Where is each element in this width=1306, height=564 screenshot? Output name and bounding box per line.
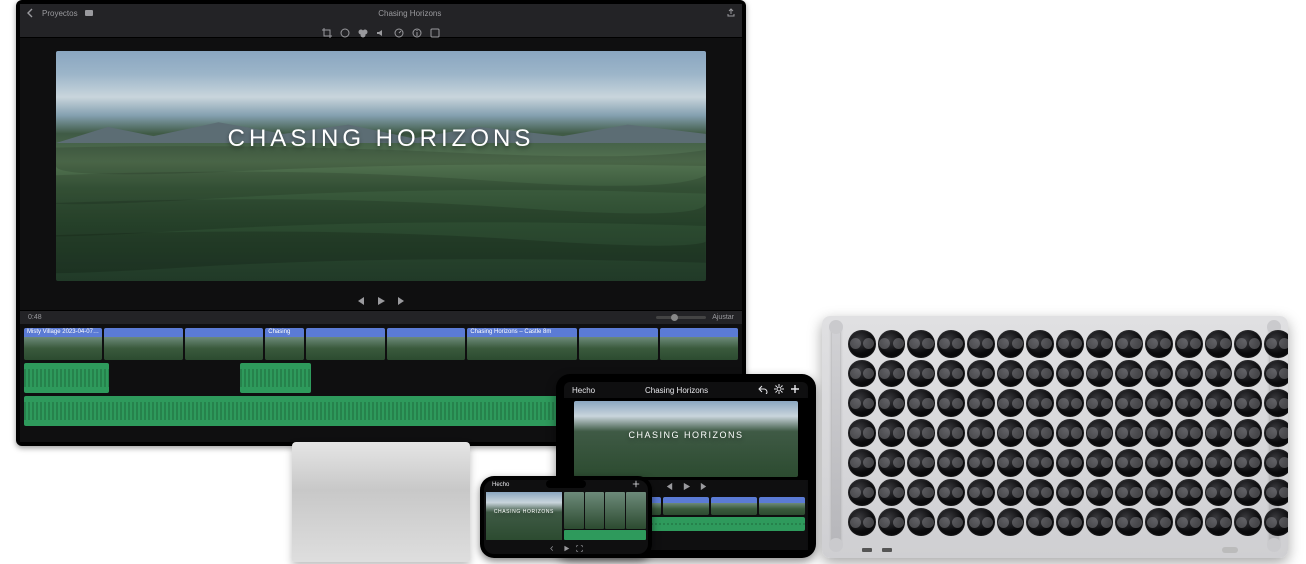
media-library-icon[interactable] [84,8,94,18]
prev-frame-button[interactable] [356,293,366,311]
ipad-preview-viewer: CHASING HORIZONS [564,398,808,480]
timeline-info-bar: 0:48 Ajustar [20,310,742,324]
timeline-clip[interactable] [663,497,709,515]
zoom-fit-button[interactable]: Ajustar [712,314,734,321]
landscape-terrace-layer [56,143,706,281]
timeline-clip[interactable] [104,328,182,360]
video-preview-frame[interactable]: CHASING HORIZONS [56,51,706,281]
iphone-transport-controls [484,542,648,554]
mac-pro-handle [832,324,840,548]
video-title-overlay: CHASING HORIZONS [56,125,706,153]
mac-pro-tower [822,316,1288,558]
timeline-clip[interactable] [759,497,805,515]
timeline-clip[interactable] [585,492,605,529]
iphone-preview-viewer: CHASING HORIZONS [486,492,562,540]
zoom-slider[interactable] [656,316,706,319]
info-icon[interactable] [412,25,422,35]
play-button[interactable] [376,293,386,311]
timeline-clip[interactable] [387,328,465,360]
audio-clip[interactable] [24,363,109,393]
ipad-done-button[interactable]: Hecho [572,386,595,395]
iphone-device: Hecho CHASING HORIZONS [480,476,652,558]
timeline-clip[interactable] [306,328,384,360]
preview-viewer: CHASING HORIZONS [20,38,742,294]
ipad-video-title-overlay: CHASING HORIZONS [574,430,798,440]
ipad-project-title: Chasing Horizons [645,386,708,395]
iphone-dynamic-island [546,480,586,488]
iphone-timeline[interactable] [564,492,646,540]
share-icon[interactable] [726,8,736,18]
timeline-clip[interactable] [626,492,646,529]
crop-tool-icon[interactable] [322,25,332,35]
add-plus-icon[interactable] [790,384,800,396]
timeline-clip[interactable] [185,328,263,360]
timeline-clip[interactable]: Chasing Horizons – Castle 8m [467,328,577,360]
iphone-video-title-overlay: CHASING HORIZONS [486,509,562,515]
undo-icon[interactable] [758,384,768,396]
iphone-video-frame[interactable]: CHASING HORIZONS [486,492,562,540]
timeline-clip[interactable] [711,497,757,515]
timecode-display: 0:48 [28,314,42,321]
iphone-add-icon[interactable] [632,480,640,490]
ipad-nav-bar: Hecho Chasing Horizons [564,382,808,398]
timeline-clip[interactable] [660,328,738,360]
timeline-clip[interactable]: Chasing [265,328,304,360]
filters-icon[interactable] [430,25,440,35]
video-track[interactable]: Misty Village 2023-04-07 Clip 01 Chasing… [24,328,738,360]
color-balance-icon[interactable] [340,25,350,35]
ipad-video-frame[interactable]: CHASING HORIZONS [574,401,798,476]
mac-pro-front-ports [862,548,892,552]
usb-c-port-icon [862,548,872,552]
back-chevron-icon[interactable] [26,8,36,18]
transport-controls [20,294,742,310]
next-frame-button[interactable] [396,293,406,311]
back-to-projects-button[interactable]: Proyectos [42,9,78,18]
audio-clip[interactable] [240,363,311,393]
imovie-iphone-app: Hecho CHASING HORIZONS [484,480,648,554]
window-title: Chasing Horizons [94,9,726,18]
timeline-clip[interactable]: Misty Village 2023-04-07 Clip 01 [24,328,102,360]
adjustments-toolbar [20,22,742,38]
iphone-undo-icon[interactable] [550,539,557,557]
timeline-clip[interactable] [579,328,657,360]
window-titlebar: Proyectos Chasing Horizons [20,4,742,22]
timeline-clip[interactable] [605,492,625,529]
volume-icon[interactable] [376,25,386,35]
iphone-fullscreen-icon[interactable] [576,539,583,557]
color-correct-icon[interactable] [358,25,368,35]
usb-c-port-icon [882,548,892,552]
iphone-play-button[interactable] [563,539,570,557]
mac-pro-lattice-grille [848,330,1262,536]
speed-icon[interactable] [394,25,404,35]
iphone-done-button[interactable]: Hecho [492,482,509,488]
timeline-clip[interactable] [564,492,584,529]
settings-gear-icon[interactable] [774,384,784,396]
iphone-video-track[interactable] [564,492,646,529]
monitor-stand [292,442,470,562]
mac-pro-power-button [1222,547,1238,553]
